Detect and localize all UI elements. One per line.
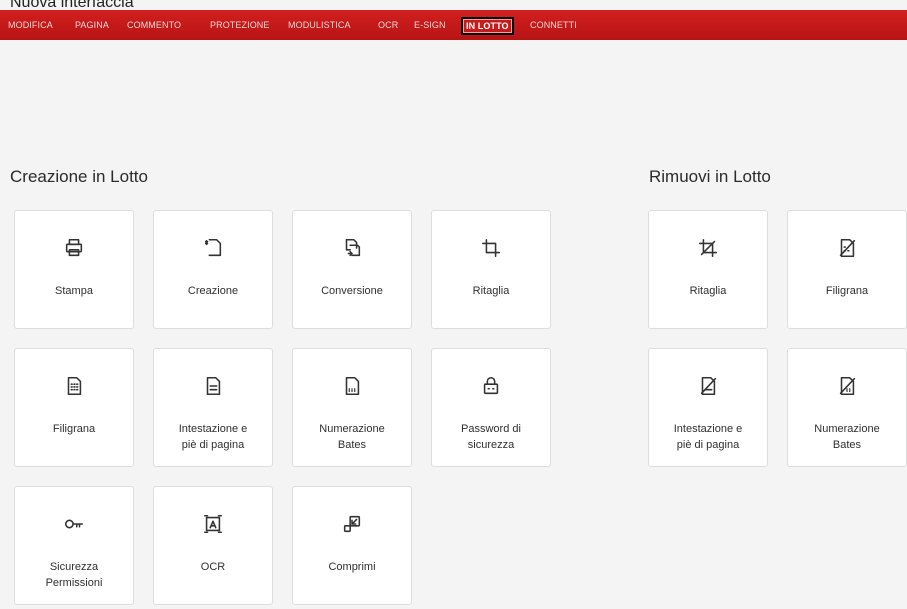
rimuovi-filigrana-card[interactable]: Filigrana: [787, 210, 907, 329]
ritaglia-card[interactable]: Ritaglia: [431, 210, 551, 329]
menu-connetti[interactable]: CONNETTI: [530, 10, 577, 40]
key-icon: [15, 509, 133, 539]
password-sicurezza-card[interactable]: Password di sicurezza: [431, 348, 551, 467]
rimuovi-ritaglia-label: Ritaglia: [689, 285, 727, 297]
rimuovi-filigrana-label: Filigrana: [825, 285, 869, 297]
password-sicurezza-label: Password di sicurezza: [461, 423, 521, 451]
create-icon: [154, 233, 272, 263]
creazione-card[interactable]: Creazione: [153, 210, 273, 329]
menu-modifica[interactable]: MODIFICA: [8, 10, 53, 40]
rimuovi-bates-card[interactable]: Numerazione Bates: [787, 348, 907, 467]
conversione-card[interactable]: Conversione: [292, 210, 412, 329]
stampa-label: Stampa: [55, 285, 93, 297]
rimuovi-intestazione-label: Intestazione e piè di pagina: [673, 423, 743, 451]
filigrana-label: Filigrana: [52, 423, 96, 435]
ocr-card[interactable]: OCR: [153, 486, 273, 605]
lock-icon: [432, 371, 550, 401]
intestazione-card[interactable]: Intestazione e piè di pagina: [153, 348, 273, 467]
ritaglia-label: Ritaglia: [472, 285, 510, 297]
menu-commento[interactable]: COMMENTO: [127, 10, 181, 40]
ocr-label: OCR: [200, 561, 226, 573]
remove-header-footer-icon: [649, 371, 767, 401]
stampa-card[interactable]: Stampa: [14, 210, 134, 329]
rimuovi-intestazione-card[interactable]: Intestazione e piè di pagina: [648, 348, 768, 467]
sicurezza-permissioni-card[interactable]: Sicurezza Permissioni: [14, 486, 134, 605]
filigrana-card[interactable]: Filigrana: [14, 348, 134, 467]
intestazione-label: Intestazione e piè di pagina: [178, 423, 248, 451]
ocr-icon: [154, 509, 272, 539]
rimuovi-bates-label: Numerazione Bates: [814, 423, 880, 451]
rimuovi-ritaglia-card[interactable]: Ritaglia: [648, 210, 768, 329]
numerazione-bates-card[interactable]: Numerazione Bates: [292, 348, 412, 467]
printer-icon: [15, 233, 133, 263]
header-footer-icon: [154, 371, 272, 401]
conversione-label: Conversione: [321, 285, 383, 297]
menu-in-lotto[interactable]: IN LOTTO: [461, 17, 514, 35]
sicurezza-permissioni-label: Sicurezza Permissioni: [45, 561, 103, 589]
remove-watermark-icon: [788, 233, 906, 263]
convert-icon: [293, 233, 411, 263]
remove-section-title: Rimuovi in Lotto: [649, 167, 771, 186]
remove-crop-icon: [649, 233, 767, 263]
creazione-label: Creazione: [187, 285, 239, 297]
comprimi-label: Comprimi: [328, 561, 376, 573]
menu-modulistica[interactable]: MODULISTICA: [288, 10, 351, 40]
creation-section-title: Creazione in Lotto: [10, 167, 148, 186]
menu-protezione[interactable]: PROTEZIONE: [210, 10, 270, 40]
top-menu-bar: MODIFICA PAGINA COMMENTO PROTEZIONE MODU…: [0, 10, 907, 40]
compress-icon: [293, 509, 411, 539]
watermark-icon: [15, 371, 133, 401]
bates-icon: [293, 371, 411, 401]
menu-pagina[interactable]: PAGINA: [75, 10, 109, 40]
comprimi-card[interactable]: Comprimi: [292, 486, 412, 605]
menu-e-sign[interactable]: E-SIGN: [414, 10, 446, 40]
remove-bates-icon: [788, 371, 906, 401]
crop-icon: [432, 233, 550, 263]
menu-ocr[interactable]: OCR: [378, 10, 398, 40]
numerazione-bates-label: Numerazione Bates: [319, 423, 385, 451]
